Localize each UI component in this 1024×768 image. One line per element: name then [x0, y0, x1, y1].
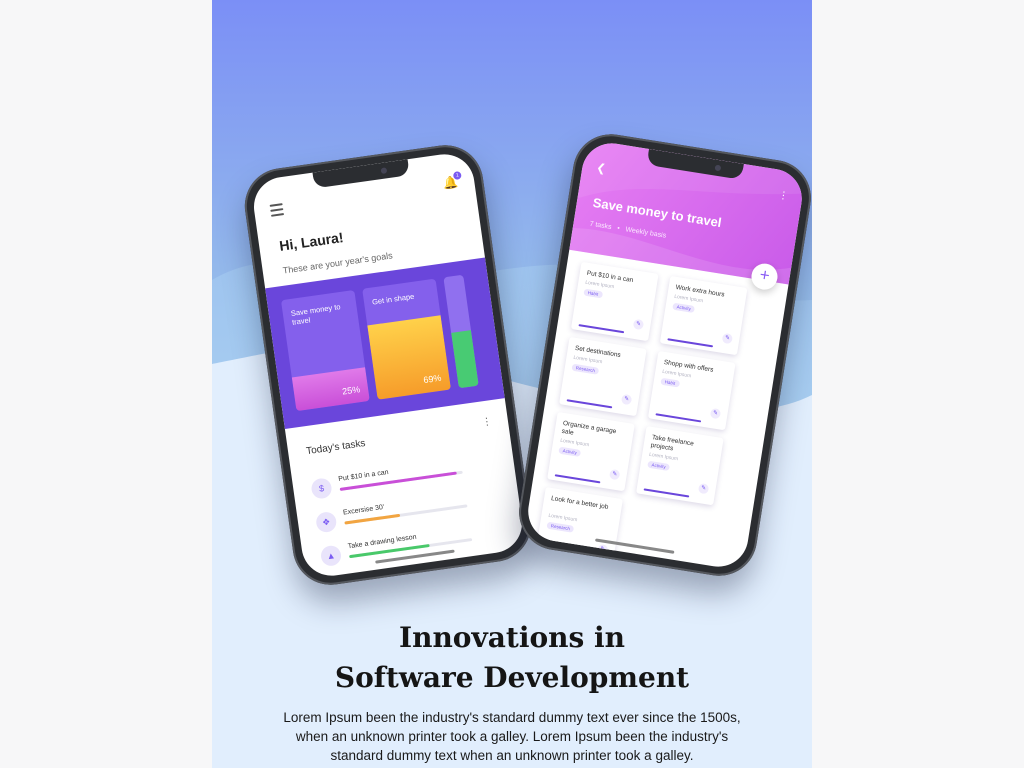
- task-card[interactable]: Organize a garage sale Lorem Ipsum Activ…: [547, 411, 635, 492]
- edit-icon[interactable]: ✎: [721, 332, 734, 345]
- dumbbell-icon: ❖: [314, 510, 338, 534]
- task-card-tag: Research: [546, 521, 575, 533]
- task-card[interactable]: Take freelance projects Lorem Ipsum Acti…: [636, 426, 724, 506]
- edit-icon[interactable]: ✎: [620, 393, 633, 406]
- goal-card-title: Save money to travel: [290, 302, 342, 328]
- task-label: Put $10 in a can: [337, 469, 390, 483]
- goal-card[interactable]: Save money to travel 25%: [280, 289, 370, 412]
- edit-icon[interactable]: ✎: [608, 468, 621, 481]
- phone-goals-screen: 🔔 1 Hi, Laura! These are your year's goa…: [250, 150, 526, 580]
- goal-card[interactable]: Get in shape 69%: [362, 278, 452, 400]
- task-card-tag: Activity: [647, 460, 671, 472]
- task-card-progress: [667, 338, 714, 348]
- graduation-cap-icon: ▲: [319, 544, 343, 568]
- task-card-tag: Habit: [660, 377, 680, 388]
- task-card-progress: [566, 399, 613, 409]
- task-card-tag: Activity: [558, 446, 582, 458]
- headline-line-2: Software Development: [334, 661, 690, 694]
- task-card-progress: [655, 413, 702, 423]
- plus-icon: +: [758, 264, 772, 286]
- task-card-title: Look for a better job: [550, 495, 609, 511]
- goals-carousel[interactable]: Save money to travel 25% Get in shape 69…: [265, 257, 505, 429]
- task-card[interactable]: Work extra hours Lorem Ipsum Activity ✎: [659, 275, 748, 356]
- poster: 🔔 1 Hi, Laura! These are your year's goa…: [212, 0, 812, 768]
- edit-icon[interactable]: ✎: [597, 543, 609, 556]
- task-card-progress: [643, 488, 690, 498]
- edit-icon[interactable]: ✎: [697, 482, 710, 495]
- more-vertical-icon[interactable]: ⋮: [481, 416, 492, 428]
- edit-icon[interactable]: ✎: [632, 318, 645, 331]
- task-label: Excersise 30': [342, 503, 385, 517]
- task-card-tag: Habit: [583, 288, 603, 299]
- hamburger-menu-icon[interactable]: [269, 203, 285, 220]
- dollar-icon: $: [310, 477, 333, 500]
- phone-notch: [312, 159, 410, 189]
- task-card[interactable]: Set destinations Lorem Ipsum Research ✎: [559, 336, 647, 417]
- goal-card[interactable]: [443, 274, 479, 389]
- task-card-tag: Activity: [672, 302, 696, 314]
- edit-icon[interactable]: ✎: [709, 407, 722, 420]
- meta-separator: •: [612, 224, 625, 233]
- task-card-tag: Research: [571, 363, 600, 375]
- task-progress-fill: [344, 513, 401, 525]
- body-text: Lorem Ipsum been the industry's standard…: [283, 710, 741, 763]
- goal-progress-fill: [451, 330, 479, 389]
- task-card[interactable]: Shopp with offers Lorem Ipsum Habit ✎: [647, 350, 736, 431]
- task-card-progress: [578, 324, 625, 334]
- tasks-title: Today's tasks: [305, 437, 367, 458]
- notification-badge: 1: [452, 170, 462, 181]
- goal-card-title: Get in shape: [371, 291, 415, 307]
- more-vertical-icon[interactable]: ⋮: [778, 190, 790, 202]
- task-card[interactable]: Put $10 in a can Lorem Ipsum Habit ✎: [570, 261, 659, 342]
- headline: Innovations in Software Development: [212, 618, 812, 698]
- task-card-progress: [554, 474, 601, 484]
- headline-line-1: Innovations in: [398, 621, 625, 654]
- greeting: Hi, Laura!: [278, 229, 345, 254]
- goal-progress-fill: [367, 315, 452, 400]
